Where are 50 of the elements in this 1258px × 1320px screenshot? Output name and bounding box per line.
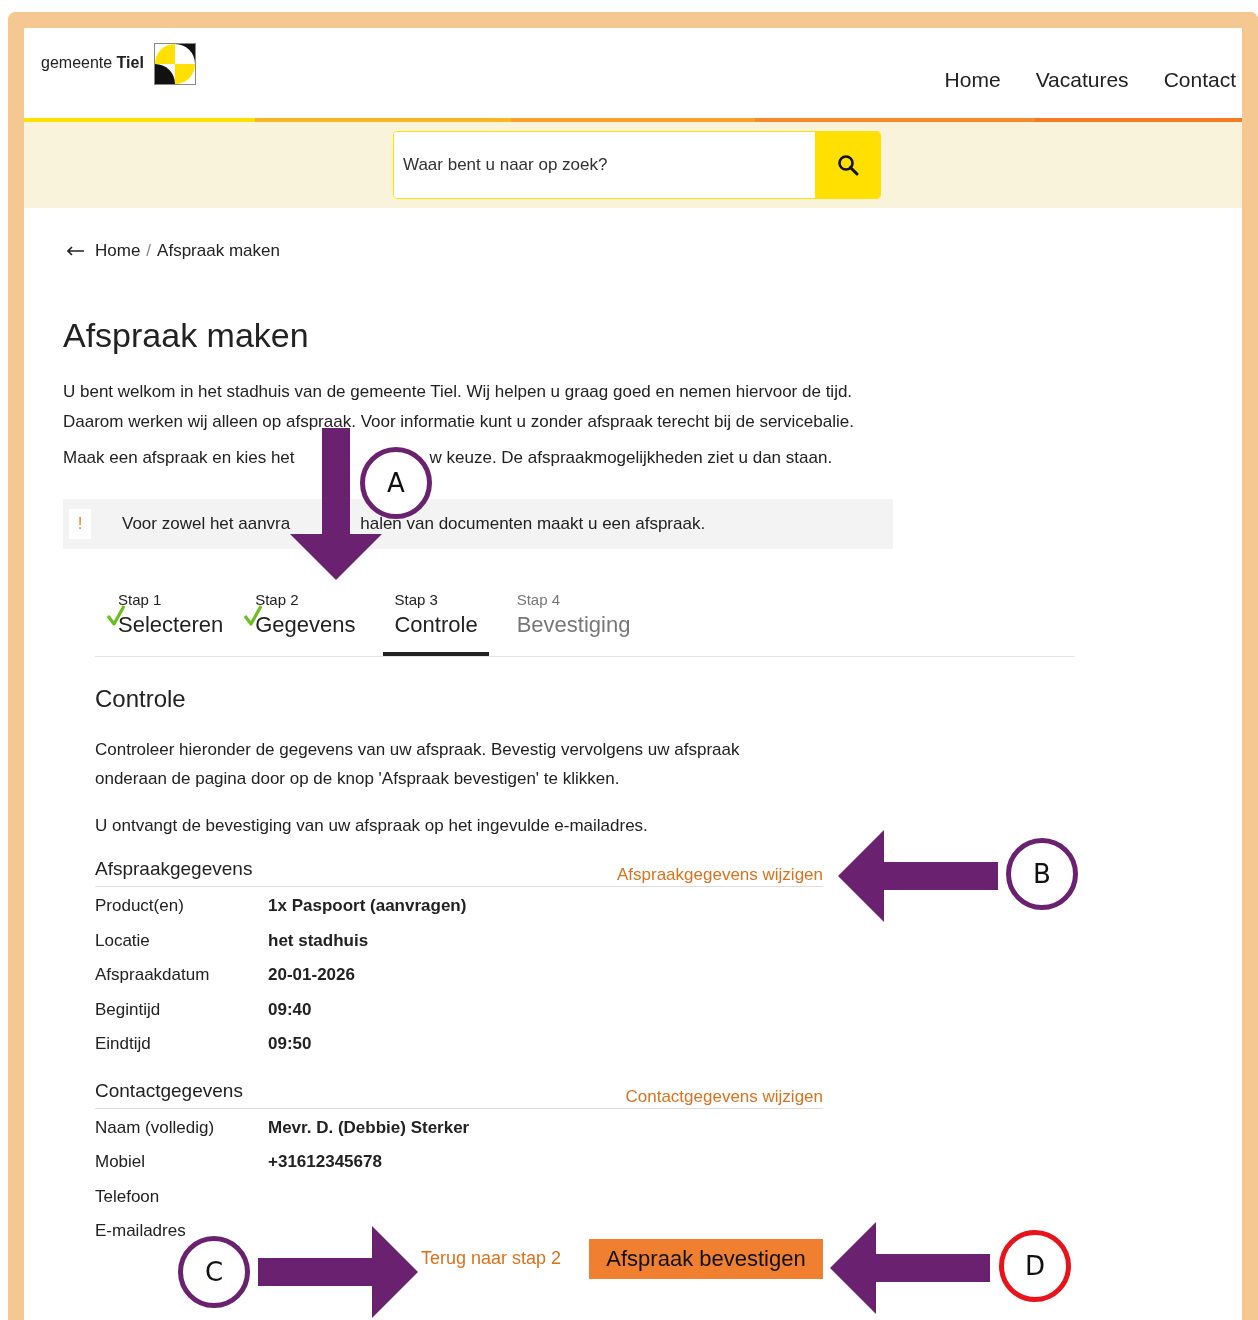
intro-text: U bent welkom in het stadhuis van de gemeente Tiel. Wij helpen u graag goed en nemen hiervoor de tijd. Daarom werken wij alleen op afspraak. Voor informatie kunt u zonder afspraak terecht bij de servicebalie.	[63, 381, 855, 433]
search-button[interactable]	[815, 132, 880, 198]
step-number: Stap 4	[516, 590, 561, 610]
step-number: Stap 2	[255, 590, 300, 610]
breadcrumb-link[interactable]: Home	[95, 241, 141, 261]
step-number: Stap 3	[394, 590, 439, 610]
nav-link[interactable]: Vacatures	[1035, 68, 1129, 92]
step-label: Bevestiging	[516, 611, 631, 639]
field-label: Eindtijd	[95, 1033, 152, 1055]
field-value: 09:40	[268, 998, 313, 1021]
field-label: Naam (volledig)	[95, 1116, 216, 1139]
step-label: Selecteren	[118, 611, 224, 639]
field-value: +31612345678	[268, 1151, 383, 1173]
group-heading: Afspraakgegevens	[95, 858, 253, 880]
instruction-text: Controleer hieronder de gegevens van uw afspraak. Bevestig vervolgens uw afspraak onderaan de pagina door op de knop 'Afspraak bevestigen' te klikken.	[95, 739, 741, 790]
breadcrumb-link[interactable]: Afspraak maken	[157, 241, 280, 261]
warning-icon: !	[69, 509, 91, 539]
page-title: Afspraak maken	[63, 315, 310, 355]
step-tab[interactable]: Stap 4 Bevestiging	[505, 591, 642, 656]
field-value: 09:50	[268, 1033, 313, 1055]
logo-text[interactable]: gemeente Tiel	[41, 54, 144, 72]
step-label: Gegevens	[255, 611, 356, 639]
intro-text: Maak een afspraak en kies het	[63, 447, 295, 469]
step-tab[interactable]: Stap 1 Selecteren	[107, 591, 235, 656]
field-label: Product(en)	[95, 895, 185, 917]
nav-link[interactable]: Contact	[1163, 68, 1236, 92]
step-label: Controle	[394, 611, 478, 639]
instruction-text: U ontvangt de bevestiging van uw afspraak op het ingevulde e-mailadres.	[95, 815, 649, 837]
field-label: Locatie	[95, 929, 151, 952]
back-arrow-icon	[67, 246, 85, 256]
search-field[interactable]: Waar bent u naar op zoek?	[393, 131, 881, 199]
field-label: Mobiel	[95, 1151, 147, 1173]
nav-link[interactable]: Home	[944, 68, 1001, 92]
field-value: Mevr. D. (Debbie) Sterker	[268, 1116, 471, 1139]
notice-text: Voor zowel het aanvra	[122, 514, 291, 534]
group-heading: Contactgegevens	[95, 1079, 243, 1102]
section-heading: Controle	[95, 685, 187, 713]
breadcrumb-separator: /	[146, 241, 152, 261]
field-label: Telefoon	[95, 1185, 161, 1208]
field-value: 1x Paspoort (aanvragen)	[268, 895, 468, 917]
step-tab[interactable]: Stap 3 Controle	[383, 591, 489, 656]
field-value: het stadhuis	[268, 929, 370, 952]
step-tab[interactable]: Stap 2 Gegevens	[244, 591, 367, 656]
field-value: 20-01-2026	[268, 964, 356, 986]
field-label: Afspraakdatum	[95, 964, 211, 986]
confirm-button[interactable]: Afspraak bevestigen	[589, 1238, 823, 1279]
field-label: Begintijd	[95, 998, 162, 1021]
logo-icon	[153, 43, 196, 85]
step-number: Stap 1	[118, 590, 163, 610]
search-icon	[836, 154, 859, 176]
